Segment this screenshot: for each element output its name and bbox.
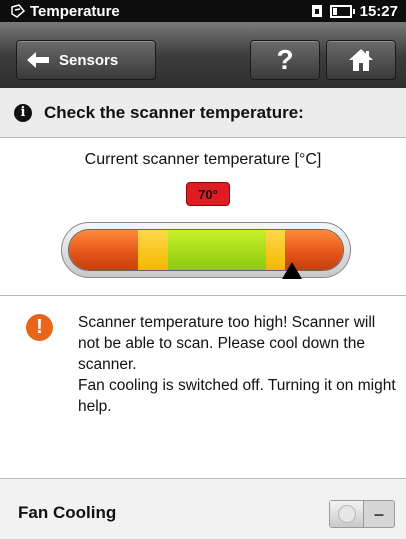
warning-section: ! Scanner temperature too high! Scanner … bbox=[0, 296, 406, 479]
warning-icon: ! bbox=[26, 314, 53, 341]
section-header: i Check the scanner temperature: bbox=[0, 88, 406, 138]
toggle-knob bbox=[330, 501, 364, 527]
gauge-segment-green bbox=[167, 230, 267, 270]
toolbar: Sensors ? bbox=[0, 22, 406, 88]
gauge-segment-yellow bbox=[137, 230, 168, 270]
fan-cooling-row: Fan Cooling – bbox=[0, 479, 406, 539]
status-title: Temperature bbox=[30, 2, 120, 20]
arrow-left-icon bbox=[27, 52, 49, 68]
warning-line-1: Scanner temperature too high! Scanner wi… bbox=[78, 314, 376, 373]
temperature-value-badge: 70° bbox=[186, 182, 230, 206]
battery-icon bbox=[329, 4, 355, 18]
warning-message: Scanner temperature too high! Scanner wi… bbox=[78, 312, 396, 417]
fan-cooling-toggle[interactable]: – bbox=[329, 500, 395, 528]
temperature-marker-icon bbox=[281, 262, 302, 279]
sd-card-icon bbox=[311, 5, 322, 17]
warning-line-2: Fan cooling is switched off. Turning it … bbox=[78, 377, 396, 415]
scanner-app-icon bbox=[11, 4, 26, 18]
header-text: Check the scanner temperature: bbox=[44, 102, 304, 122]
toggle-state-label: – bbox=[373, 503, 384, 524]
temperature-section: Current scanner temperature [°C] 70° bbox=[0, 138, 406, 296]
fan-cooling-label: Fan Cooling bbox=[18, 503, 117, 522]
temperature-label: Current scanner temperature [°C] bbox=[84, 151, 322, 168]
status-time: 15:27 bbox=[359, 2, 398, 20]
status-bar: Temperature 15:27 bbox=[0, 0, 406, 22]
home-button[interactable] bbox=[326, 40, 396, 80]
temperature-gauge bbox=[68, 229, 344, 271]
back-button[interactable]: Sensors bbox=[16, 40, 156, 80]
back-button-label: Sensors bbox=[59, 51, 119, 69]
info-icon: i bbox=[14, 103, 32, 122]
status-indicators: 15:27 bbox=[311, 2, 398, 20]
gauge-segment-red bbox=[69, 230, 138, 270]
help-button[interactable]: ? bbox=[250, 40, 320, 80]
home-icon bbox=[349, 49, 373, 71]
